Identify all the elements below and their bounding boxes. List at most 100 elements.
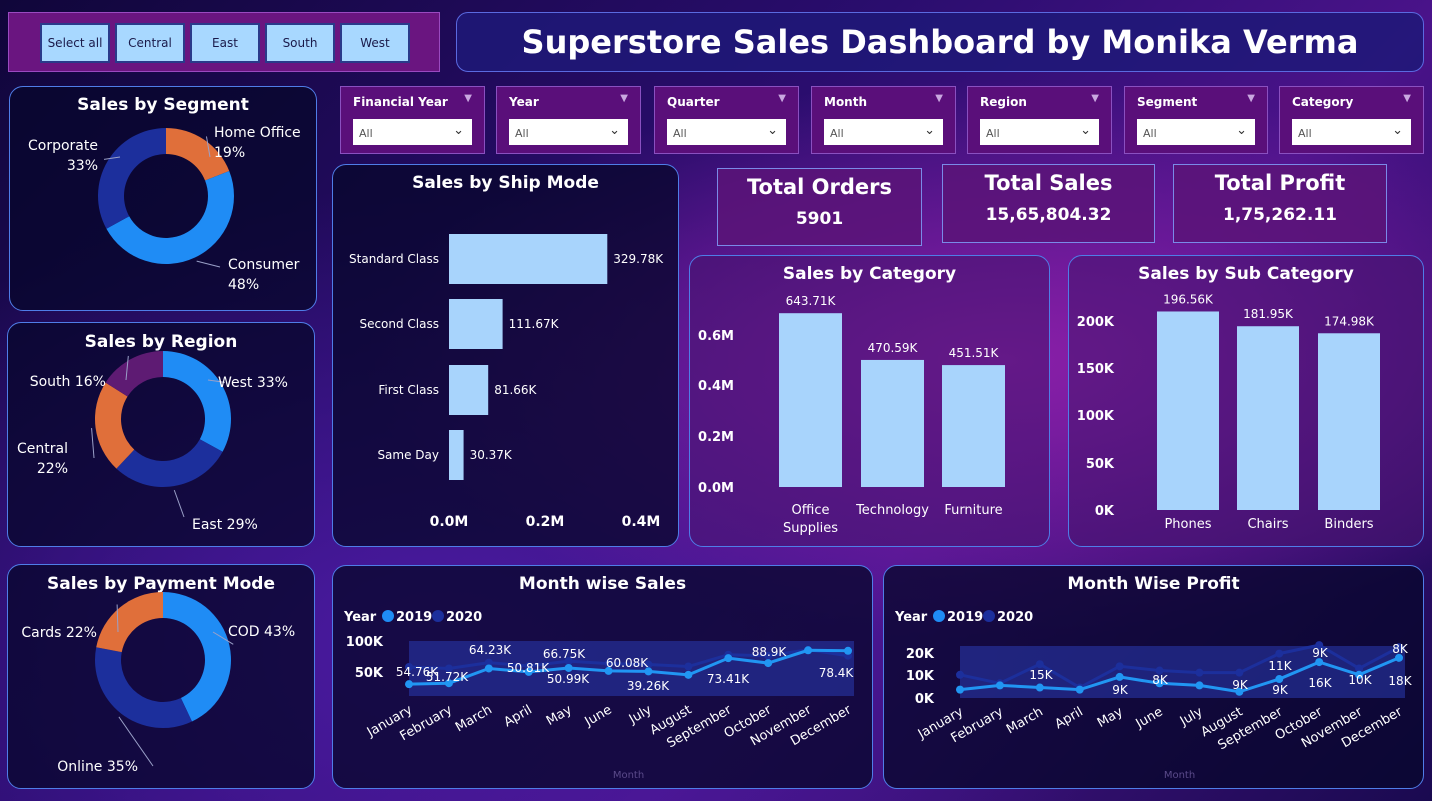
series-point — [684, 662, 693, 671]
x-category-label: Office — [792, 503, 830, 518]
chevron-down-icon: ⌄ — [1080, 123, 1091, 138]
data-label: 9K — [1312, 646, 1329, 660]
chevron-down-icon[interactable]: ▼ — [778, 93, 786, 104]
series-point — [764, 659, 773, 668]
chevron-down-icon[interactable]: ▼ — [935, 93, 943, 104]
slicer-dropdown[interactable]: All ⌄ — [980, 119, 1099, 145]
slice-label: Consumer — [228, 257, 300, 273]
data-label: 15K — [1029, 668, 1053, 682]
dashboard-title: Superstore Sales Dashboard by Monika Ver… — [456, 12, 1424, 72]
series-point — [1195, 668, 1204, 677]
slicer-quarter[interactable]: Quarter ▼ All ⌄ — [654, 86, 799, 154]
east-button[interactable]: East — [190, 23, 260, 63]
data-label: 39.26K — [627, 679, 670, 693]
x-category-label: Furniture — [944, 503, 1002, 518]
series-point — [1035, 683, 1044, 692]
region-button-bar: Select all Central East South West — [8, 12, 440, 72]
slicer-financial-year[interactable]: Financial Year ▼ All ⌄ — [340, 86, 485, 154]
chevron-down-icon[interactable]: ▼ — [1403, 93, 1411, 104]
south-button[interactable]: South — [265, 23, 335, 63]
data-label: 9K — [1272, 683, 1289, 697]
slicer-value: All — [986, 127, 1000, 140]
data-label: 8K — [1392, 642, 1409, 656]
slicer-dropdown[interactable]: All ⌄ — [1137, 119, 1255, 145]
series-point — [1075, 685, 1084, 694]
x-tick-label: 0.0M — [430, 514, 469, 530]
legend-marker — [432, 610, 444, 622]
leader-line — [196, 260, 221, 268]
data-label: 18K — [1388, 674, 1412, 688]
chevron-down-icon[interactable]: ▼ — [464, 93, 472, 104]
donut-slice — [96, 592, 163, 653]
kpi-total-orders: Total Orders 5901 — [717, 168, 922, 246]
bar-value-label: 470.59K — [868, 341, 919, 355]
x-category-label: Phones — [1164, 517, 1211, 532]
chevron-down-icon[interactable]: ▼ — [620, 93, 628, 104]
leader-line — [91, 427, 95, 459]
slicer-year[interactable]: Year ▼ All ⌄ — [496, 86, 641, 154]
slicer-dropdown[interactable]: All ⌄ — [1292, 119, 1411, 145]
slicer-dropdown[interactable]: All ⌄ — [824, 119, 943, 145]
panel-month-wise-profit: Month Wise Profit Year 2019 2020 20K 10K 0K 15… — [883, 565, 1424, 789]
bar-value-label: 30.37K — [470, 448, 513, 462]
data-label: 51.72K — [426, 670, 469, 684]
x-category-label: April — [501, 702, 534, 730]
slicer-category[interactable]: Category ▼ All ⌄ — [1279, 86, 1424, 154]
slice-percent-label: 48% — [228, 277, 259, 293]
slice-label: South 16% — [30, 374, 106, 390]
slicer-region[interactable]: Region ▼ All ⌄ — [967, 86, 1112, 154]
data-label: 8K — [1152, 673, 1169, 687]
slicer-label: Quarter — [667, 95, 720, 109]
slicer-label: Month — [824, 95, 868, 109]
y-tick-label: 50K — [355, 666, 384, 681]
legend-marker — [933, 610, 945, 622]
slice-percent-label: 22% — [37, 461, 68, 477]
chevron-down-icon: ⌄ — [924, 123, 935, 138]
data-label: 88.9K — [752, 645, 788, 659]
chevron-down-icon: ⌄ — [1236, 123, 1247, 138]
bar-value-label: 174.98K — [1324, 314, 1375, 328]
bar-value-label: 329.78K — [613, 252, 664, 266]
slicer-month[interactable]: Month ▼ All ⌄ — [811, 86, 956, 154]
select-all-button[interactable]: Select all — [40, 23, 110, 63]
central-button[interactable]: Central — [115, 23, 185, 63]
bar — [1237, 326, 1299, 510]
chevron-down-icon: ⌄ — [767, 123, 778, 138]
slicer-dropdown[interactable]: All ⌄ — [667, 119, 786, 145]
slicer-dropdown[interactable]: All ⌄ — [353, 119, 472, 145]
slicer-value: All — [830, 127, 844, 140]
series-point — [484, 664, 493, 673]
x-tick-label: 0.2M — [526, 514, 565, 530]
slicer-segment[interactable]: Segment ▼ All ⌄ — [1124, 86, 1268, 154]
chevron-down-icon: ⌄ — [1392, 123, 1403, 138]
bar-value-label: 196.56K — [1163, 292, 1214, 306]
x-category-label: Supplies — [783, 521, 838, 536]
bar — [1157, 311, 1219, 510]
chevron-down-icon[interactable]: ▼ — [1091, 93, 1099, 104]
kpi-total-sales: Total Sales 15,65,804.32 — [942, 164, 1155, 243]
payment-donut-chart: COD 43% Online 35% Cards 22% — [21, 592, 295, 775]
slicer-value: All — [515, 127, 529, 140]
x-category-label: March — [453, 702, 495, 735]
bar — [449, 234, 608, 284]
chevron-down-icon[interactable]: ▼ — [1247, 93, 1255, 104]
slicer-dropdown[interactable]: All ⌄ — [509, 119, 628, 145]
series-point — [1195, 681, 1204, 690]
x-axis-title: Month — [613, 770, 644, 781]
x-category-label: April — [1052, 704, 1085, 732]
bar — [779, 313, 842, 487]
bar — [449, 299, 503, 349]
x-category-label: March — [1004, 704, 1046, 737]
y-tick-label: 100K — [346, 635, 384, 650]
panel-sales-by-sub-category: Sales by Sub Category 200K 150K 100K 50K 0K 1… — [1068, 255, 1424, 547]
bar-value-label: 81.66K — [494, 383, 537, 397]
west-button[interactable]: West — [340, 23, 410, 63]
legend-item: 2020 — [446, 610, 482, 625]
sub-category-bar-chart: 200K 150K 100K 50K 0K 196.56K Phones 181.95K Cha… — [1077, 292, 1380, 532]
slice-label: Online 35% — [57, 759, 138, 775]
slice-label: Home Office — [214, 125, 301, 141]
y-tick-label: 0.4M — [698, 379, 734, 394]
month-sales-line-chart: Year 2019 2020100K50K 54.76K51.72K64.23K50.… — [343, 610, 855, 781]
donut-slice — [163, 351, 231, 452]
y-tick-label: 150K — [1077, 362, 1115, 377]
